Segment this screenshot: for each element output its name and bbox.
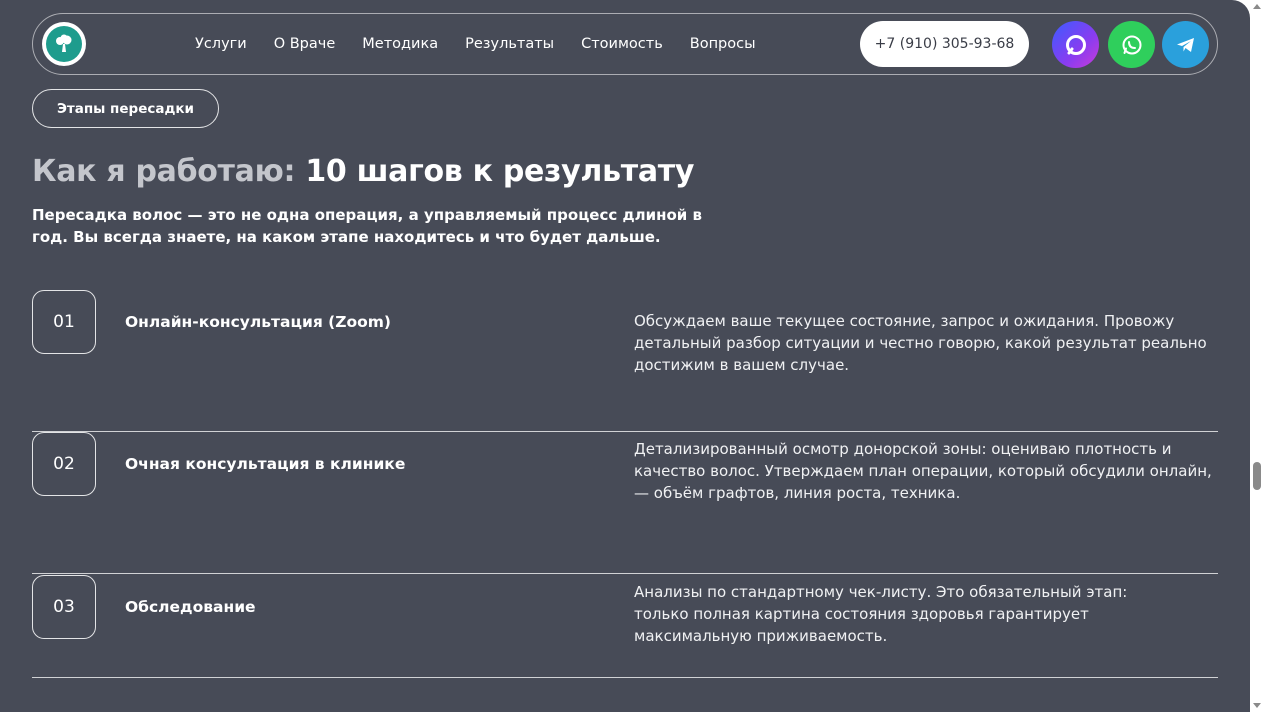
step-description: Анализы по стандартному чек-листу. Это о… xyxy=(634,583,1128,645)
scroll-thumb[interactable] xyxy=(1253,462,1261,490)
step-title: Онлайн-консультация (Zoom) xyxy=(125,313,392,331)
nav-item-results[interactable]: Результаты xyxy=(465,36,554,52)
max-icon xyxy=(1065,34,1086,55)
section-subtitle: Пересадка волос — это не одна операция, … xyxy=(32,206,702,246)
nav-item-faq[interactable]: Вопросы xyxy=(690,36,756,52)
step-number: 02 xyxy=(32,432,96,496)
phone-button[interactable]: +7 (910) 305-93-68 xyxy=(860,21,1029,67)
page-scrollbar[interactable] xyxy=(1250,0,1265,712)
max-messenger-button[interactable] xyxy=(1052,21,1099,68)
telegram-button[interactable] xyxy=(1162,21,1209,68)
step-title: Обследование xyxy=(125,598,256,616)
step-number: 01 xyxy=(32,290,96,354)
nav-item-price[interactable]: Стоимость xyxy=(581,36,663,52)
section-title-bright: 10 шагов к результату xyxy=(305,154,695,189)
scroll-down-arrow-icon[interactable] xyxy=(1253,703,1261,708)
step-description: Детализированный осмотр донорской зоны: … xyxy=(634,440,1212,502)
step-number: 03 xyxy=(32,575,96,639)
nav-item-services[interactable]: Услуги xyxy=(195,36,247,52)
whatsapp-icon xyxy=(1122,35,1141,54)
section-tag: Этапы пересадки xyxy=(32,89,219,128)
tree-logo-icon xyxy=(46,26,82,62)
step-item: 02 Очная консультация в клинике Детализи… xyxy=(32,432,1218,574)
section-title-muted: Как я работаю: xyxy=(32,154,296,189)
step-item: 03 Обследование Анализы по стандартному … xyxy=(32,575,1218,678)
telegram-icon xyxy=(1176,37,1194,52)
page-viewport: Услуги О Враче Методика Результаты Стоим… xyxy=(0,0,1250,712)
section-title: Как я работаю: 10 шагов к результату xyxy=(32,154,694,189)
main-nav: Услуги О Враче Методика Результаты Стоим… xyxy=(195,14,783,74)
logo[interactable] xyxy=(42,22,86,66)
step-description: Обсуждаем ваше текущее состояние, запрос… xyxy=(634,312,1207,374)
nav-item-about-doctor[interactable]: О Враче xyxy=(274,36,336,52)
scroll-up-arrow-icon[interactable] xyxy=(1253,4,1261,9)
site-header: Услуги О Враче Методика Результаты Стоим… xyxy=(32,13,1218,75)
whatsapp-button[interactable] xyxy=(1108,21,1155,68)
step-item: 01 Онлайн-консультация (Zoom) Обсуждаем … xyxy=(32,290,1218,432)
step-title: Очная консультация в клинике xyxy=(125,455,406,473)
nav-item-method[interactable]: Методика xyxy=(362,36,438,52)
